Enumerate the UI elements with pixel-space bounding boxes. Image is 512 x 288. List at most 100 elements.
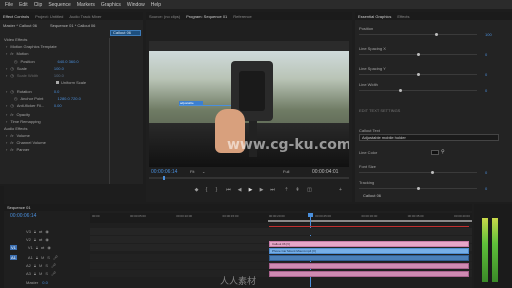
expand-arrow-icon[interactable]: › [6,73,7,78]
track-header-v2[interactable]: V2 🔒︎ ⇄ ◉ [4,236,90,243]
menu-help[interactable]: Help [151,2,161,8]
fx-icon[interactable]: fx [10,133,13,138]
expand-arrow-icon[interactable]: › [6,51,7,56]
eg-value-line-width[interactable]: 0 [485,88,487,93]
master-volume-value[interactable]: 0.0 [42,280,48,285]
stopwatch-icon[interactable]: ◷ [10,73,14,78]
eg-value-line-spacing-x[interactable]: 0 [485,52,487,57]
menu-clip[interactable]: Clip [34,2,43,8]
fx-icon[interactable]: fx [10,140,13,145]
clip-video[interactable]: Phone Car Mount Mount.mp4 [V] [269,248,469,254]
tab-project[interactable]: Project: Untitled [35,14,63,19]
effect-row-volume[interactable]: › fx Volume [6,132,30,138]
expand-arrow-icon[interactable]: › [6,133,7,138]
stopwatch-icon[interactable]: ◷ [10,66,14,71]
video-frame[interactable]: adjustable www.cg-ku.com [149,41,349,167]
stopwatch-icon[interactable]: ◷ [14,59,18,64]
fit-dropdown[interactable]: Fit [190,169,194,174]
work-area-bar[interactable] [268,220,472,222]
effect-row-channel-volume[interactable]: › fx Channel Volume [6,139,46,145]
step-back-icon[interactable]: ◀ [235,185,244,194]
fx-icon[interactable]: fx [10,147,13,152]
tab-effects[interactable]: Effects [397,14,409,19]
line-spacing-y-slider[interactable] [359,73,477,76]
clip-audio-a2[interactable] [269,263,469,269]
line-color-swatch[interactable] [431,150,439,155]
eg-value-line-spacing-y[interactable]: 0 [485,72,487,77]
property-value[interactable]: 100.0 [54,73,64,78]
menu-file[interactable]: File [5,2,13,8]
property-value[interactable]: 1280.0 720.0 [58,96,81,101]
eg-footer-clip[interactable]: Callout 06 [363,193,381,198]
callout-text-input[interactable]: Adjustable mobile holder [359,134,499,141]
mic-icon[interactable]: 🎤︎ [51,271,56,276]
mic-icon[interactable]: 🎤︎ [51,263,56,268]
sync-icon[interactable]: ⇄ [39,229,42,234]
tracking-slider[interactable] [359,187,477,190]
add-button-icon[interactable]: + [336,185,345,194]
lock-icon[interactable]: 🔒︎ [36,245,38,250]
tab-essential-graphics[interactable]: Essential Graphics [358,14,391,19]
quality-dropdown[interactable]: Full [283,169,289,174]
mark-out-icon[interactable]: } [212,185,221,194]
track-header-a3[interactable]: A3 🔒︎ M S 🎤︎ [4,270,90,277]
play-icon[interactable]: ▶ [246,185,255,194]
tab-effect-controls[interactable]: Effect Controls [3,14,29,19]
property-value[interactable]: 640.0 360.0 [58,59,79,64]
tab-reference[interactable]: Reference [233,14,251,19]
menu-graphics[interactable]: Graphics [101,2,121,8]
uniform-scale-checkbox[interactable] [56,80,59,84]
expand-arrow-icon[interactable]: › [6,112,7,117]
step-forward-icon[interactable]: ▶ [257,185,266,194]
solo-icon[interactable]: S [47,255,50,260]
stopwatch-icon[interactable]: ◷ [10,103,14,108]
mic-icon[interactable]: 🎤︎ [53,255,58,260]
track-header-v1[interactable]: V1 V1 🔒︎ ⇄ ◉ [4,244,90,251]
track-header-a2[interactable]: A2 🔒︎ M S 🎤︎ [4,262,90,269]
stopwatch-icon[interactable]: ◷ [14,96,18,101]
position-slider[interactable] [359,33,477,36]
effect-row-opacity[interactable]: › fx Opacity [6,111,30,117]
source-patch-a1[interactable]: A1 [10,255,17,260]
effect-row-time-remapping[interactable]: › Time Remapping [6,118,41,124]
marker-icon[interactable]: ◆ [192,185,201,194]
sync-icon[interactable]: ⇄ [41,245,44,250]
go-to-in-icon[interactable]: ⏮ [224,185,233,194]
menu-window[interactable]: Window [127,2,145,8]
solo-icon[interactable]: S [45,263,48,268]
lock-icon[interactable]: 🔒︎ [34,271,36,276]
monitor-mini-timeline[interactable] [149,176,349,180]
tab-audio-mixer[interactable]: Audio Track Mixer [69,14,101,19]
export-frame-icon[interactable]: ◫ [305,185,314,194]
monitor-playhead[interactable] [163,176,165,180]
extract-icon[interactable]: ⇞ [293,185,302,194]
expand-arrow-icon[interactable]: › [6,119,7,124]
stopwatch-icon[interactable]: ◷ [10,89,14,94]
fx-icon[interactable]: fx [10,112,13,117]
eg-value-tracking[interactable]: 0 [485,186,487,191]
mute-icon[interactable]: M [39,271,42,276]
eye-icon[interactable]: ◉ [45,229,49,234]
sequence-clip-label[interactable]: Sequence 01 * Callout 06 [50,23,95,28]
track-header-v3[interactable]: V3 🔒︎ ⇄ ◉ [4,228,90,235]
effect-row-mgt[interactable]: › Motion Graphics Template [6,43,57,49]
expand-arrow-icon[interactable]: › [6,140,7,145]
effect-row-panner[interactable]: › fx Panner [6,146,29,152]
lock-icon[interactable]: 🔒︎ [36,255,38,260]
eyedropper-icon[interactable]: ⚲ [441,149,445,155]
expand-arrow-icon[interactable]: › [6,44,7,49]
program-timecode[interactable]: 00:00:06:14 [151,169,177,175]
lift-icon[interactable]: ⇡ [282,185,291,194]
menu-markers[interactable]: Markers [77,2,95,8]
track-header-master[interactable]: Master 0.0 [4,279,90,286]
expand-arrow-icon[interactable]: › [6,66,7,71]
property-value[interactable]: 0.00 [54,103,62,108]
expand-arrow-icon[interactable]: › [6,103,7,108]
track-header-a1[interactable]: A1 A1 🔒︎ M S 🎤︎ [4,254,90,261]
sync-icon[interactable]: ⇄ [39,237,42,242]
expand-arrow-icon[interactable]: › [6,89,7,94]
property-value[interactable]: 100.0 [54,66,64,71]
clip-callout[interactable]: Callout 06 [V] [269,241,469,247]
property-value[interactable]: 0.0 [54,89,60,94]
timeline-ruler[interactable]: 00:00 00:00:05:00 00:00:10:00 00:00:15:0… [90,213,472,223]
